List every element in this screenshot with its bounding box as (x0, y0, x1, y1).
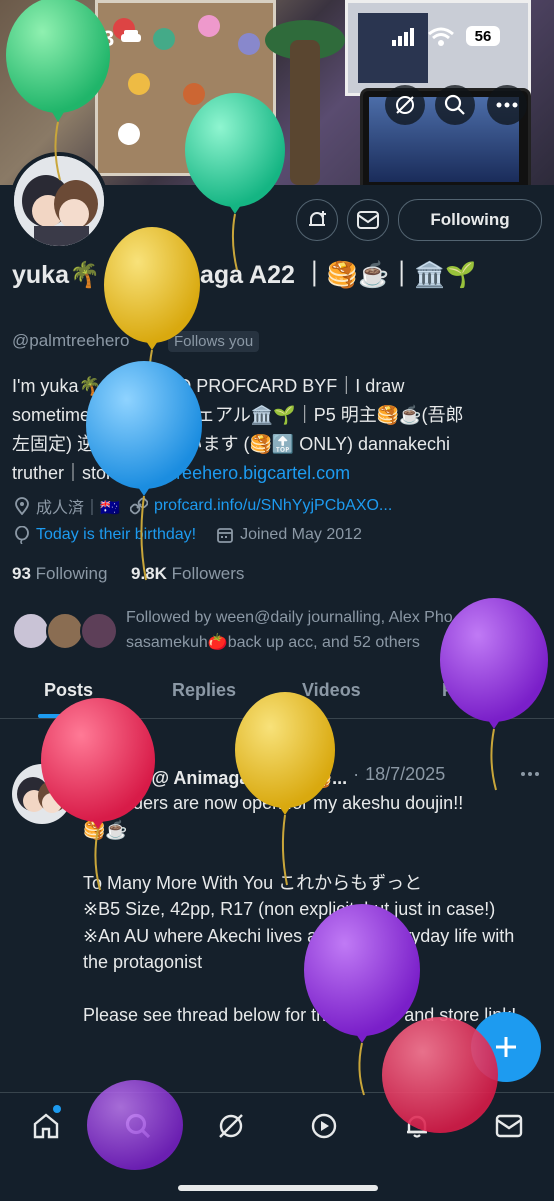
search-icon (444, 94, 465, 115)
bio-line: 左固定) 逆は自衛しています (🥞🔝 ONLY) dannakechi (12, 434, 451, 454)
following-count-link[interactable]: 93 Following (12, 564, 107, 584)
profile-tabs: Posts Replies Videos Photos (0, 672, 554, 719)
car-icon (120, 29, 142, 50)
bio-line: truther｜store: palmtreehero.bigcartel.co… (12, 459, 532, 488)
post-more-button[interactable] (520, 764, 540, 782)
followers-count-link[interactable]: 9.8K Followers (131, 564, 244, 584)
tab-photos[interactable]: Photos (442, 680, 503, 701)
pinned-indicator: Pinned (58, 737, 135, 755)
avatar (12, 612, 50, 650)
pin-icon (60, 738, 72, 754)
more-dots-icon (521, 772, 539, 776)
post-author[interactable]: yuka🌴 @ Animaga A22 ｜🥞... (83, 764, 347, 790)
nav-home[interactable] (29, 1109, 63, 1143)
search-icon (125, 1113, 151, 1139)
signal-icon (392, 28, 416, 51)
grok-icon (396, 96, 414, 114)
avatar (80, 612, 118, 650)
link-icon (129, 497, 148, 515)
followers-label: Followers (171, 564, 245, 583)
followed-by-avatars[interactable] (12, 612, 118, 650)
following-count: 93 (12, 564, 31, 583)
tab-replies[interactable]: Replies (172, 680, 236, 701)
home-indicator (178, 1185, 378, 1191)
battery-icon: 56 (466, 26, 500, 46)
bio: I'm yuka🌴｜⚠️READ PROFCARD BYF｜I draw som… (12, 372, 532, 488)
nav-video[interactable] (307, 1109, 341, 1143)
nav-search[interactable] (121, 1109, 155, 1143)
banner-corkboard (95, 0, 276, 176)
display-name: yuka🌴 @ Animaga A22 ｜🥞☕️｜🏛️🌱 (12, 261, 477, 289)
bell-plus-icon (309, 211, 326, 226)
nav-grok[interactable] (214, 1109, 248, 1143)
message-button[interactable] (347, 199, 389, 241)
location: 成人済｜🇦🇺 (36, 500, 120, 517)
tab-videos[interactable]: Videos (302, 680, 361, 701)
status-time: 12:03 (58, 26, 115, 51)
grok-button[interactable] (385, 85, 425, 125)
play-icon (311, 1113, 337, 1139)
calendar-icon (217, 528, 233, 543)
home-icon (33, 1113, 59, 1139)
post-date: 18/7/2025 (365, 764, 446, 784)
following-label: Following (35, 564, 108, 583)
avatar (46, 612, 84, 650)
website-link[interactable]: profcard.info/u/SNhYyjPCbAXO... (154, 497, 392, 515)
nav-messages[interactable] (492, 1109, 526, 1143)
search-button[interactable] (435, 85, 475, 125)
store-link[interactable]: palmtreehero.bigcartel.com (132, 463, 350, 483)
pinned-label: Pinned (82, 737, 136, 754)
wifi-icon (428, 27, 454, 52)
bio-line: sometimes｜ghsn カヴェアル🏛️🌱｜P5 明主🥞☕️(吾郎 (12, 405, 464, 425)
tab-posts[interactable]: Posts (44, 680, 93, 701)
unread-dot (53, 1105, 61, 1113)
bio-store-prefix: truther｜store: (12, 463, 133, 483)
follows-you-badge: Follows you (168, 331, 260, 352)
envelope-icon (495, 1114, 523, 1138)
grok-icon (219, 1114, 243, 1138)
post-header: yuka🌴 @ Animaga A22 ｜🥞... · 18/7/2025 (83, 764, 446, 790)
bell-icon (407, 1115, 427, 1138)
post-author-avatar[interactable] (12, 764, 72, 824)
bio-line: I'm yuka🌴｜⚠️READ PROFCARD BYF｜I draw (12, 376, 405, 396)
handle: @palmtreehero (12, 331, 130, 350)
post-text: Pre-orders are now open for my akeshu do… (83, 793, 516, 1025)
joined-date: Joined May 2012 (240, 526, 362, 543)
birthday-text: Today is their birthday! (36, 526, 197, 543)
followed-by-text[interactable]: Followed by ween@daily journalling, Alex… (126, 605, 536, 655)
more-dots-icon (496, 102, 518, 108)
notify-button[interactable] (296, 199, 338, 241)
plus-icon (496, 1037, 516, 1057)
followers-count: 9.8K (131, 564, 167, 583)
nav-notifications[interactable] (400, 1109, 434, 1143)
location-icon (15, 497, 29, 515)
more-options-button[interactable] (487, 85, 527, 125)
following-button[interactable]: Following (398, 199, 542, 241)
active-tab-indicator (38, 714, 102, 718)
compose-button[interactable] (471, 1012, 541, 1082)
envelope-icon (357, 211, 379, 229)
avatar[interactable] (10, 152, 108, 250)
balloon-icon (15, 526, 29, 544)
